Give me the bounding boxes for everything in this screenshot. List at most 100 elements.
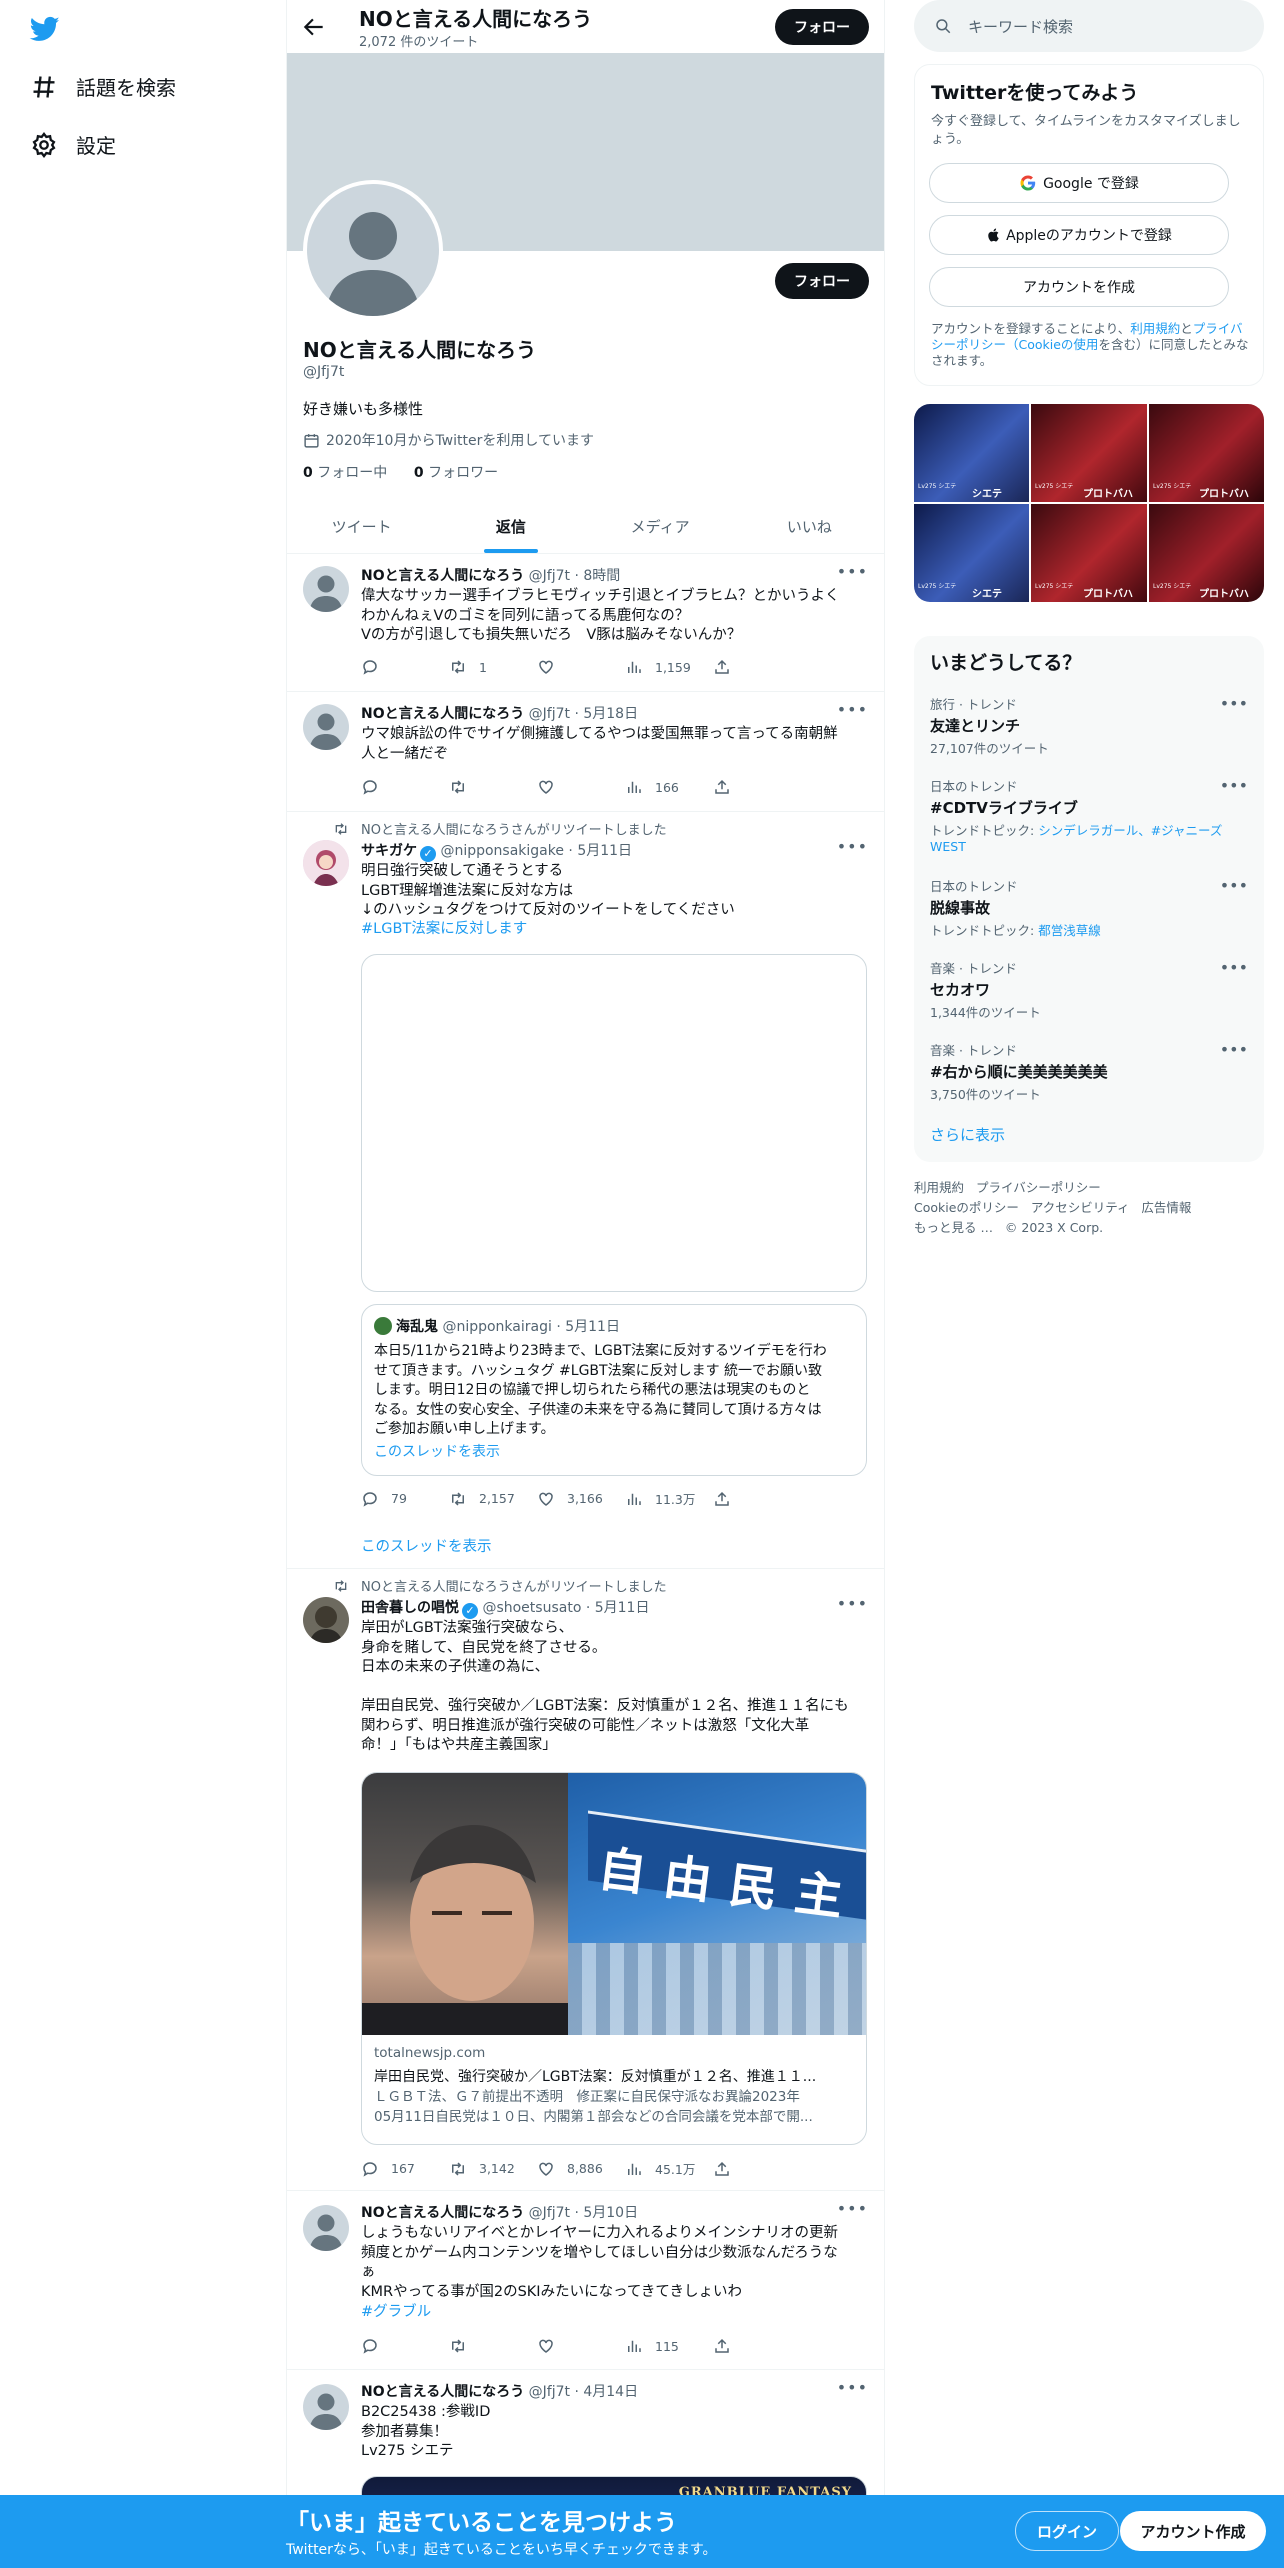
- trend-item[interactable]: 旅行 · トレンド 友達とリンチ 27,107件のツイート •••: [930, 694, 1248, 757]
- views-button[interactable]: 11.3万: [625, 1489, 713, 1508]
- more-icon[interactable]: •••: [837, 2378, 868, 2397]
- tweet[interactable]: NOと言える人間になろう @Jfj7t · 5月10日 ••• しょうもないリア…: [287, 2191, 884, 2370]
- like-button[interactable]: [537, 658, 625, 676]
- apple-signup-button[interactable]: Appleのアカウントで登録: [929, 215, 1229, 255]
- views-button[interactable]: 1,159: [625, 658, 713, 676]
- media-tile[interactable]: Lv275 シエテ プロトバハ: [1031, 504, 1147, 602]
- media-tile[interactable]: Lv275 シエテ シエテ: [914, 404, 1029, 502]
- reply-button[interactable]: 167: [361, 2159, 449, 2178]
- more-icon[interactable]: •••: [837, 1594, 868, 1613]
- more-icon[interactable]: •••: [1220, 776, 1248, 795]
- tweet-avatar[interactable]: [303, 1597, 349, 1643]
- footer-link[interactable]: もっと見る …: [914, 1220, 993, 1235]
- default-avatar-icon: [325, 212, 421, 316]
- link-card[interactable]: 自由民主 totalnewsjp.com 岸田自民党、強行突破か／LGBT法案：…: [361, 1772, 867, 2145]
- more-icon[interactable]: •••: [1220, 694, 1248, 713]
- tweet-avatar[interactable]: [303, 2384, 349, 2430]
- tab-replies[interactable]: 返信: [436, 500, 585, 553]
- tweet-avatar[interactable]: [303, 2205, 349, 2251]
- tweet-avatar[interactable]: [303, 704, 349, 750]
- tweet[interactable]: NOと言える人間になろうさんがリツイートしました 田舎暮しの唱悦 ✓ @shoet…: [287, 1569, 884, 2191]
- google-signup-button[interactable]: Google で登録: [929, 163, 1229, 203]
- profile-avatar[interactable]: [303, 180, 443, 320]
- footer-link[interactable]: アクセシビリティ: [1031, 1200, 1130, 1215]
- quoted-show-thread[interactable]: このスレッドを表示: [374, 1441, 500, 1461]
- views-button[interactable]: 166: [625, 778, 713, 796]
- reply-button[interactable]: 79: [361, 1489, 449, 1508]
- tweet-author-name[interactable]: NOと言える人間になろう: [361, 2205, 524, 2221]
- media-tile[interactable]: Lv275 シエテ シエテ: [914, 504, 1029, 602]
- retweet-button[interactable]: 1: [449, 658, 537, 676]
- tab-tweets[interactable]: ツイート: [287, 500, 436, 553]
- followers-link[interactable]: 0 フォロワー: [414, 465, 498, 481]
- hashtag-icon: [33, 75, 55, 98]
- tweet-author-name[interactable]: NOと言える人間になろう: [361, 2384, 524, 2400]
- footer-link[interactable]: プライバシーポリシー: [976, 1180, 1101, 1195]
- share-button[interactable]: [713, 1489, 801, 1508]
- tweet-author-name[interactable]: NOと言える人間になろう: [361, 706, 524, 722]
- reply-button[interactable]: [361, 2337, 449, 2355]
- show-thread-link[interactable]: このスレッドを表示: [361, 1535, 492, 1556]
- media-tile[interactable]: Lv275 シエテ プロトバハ: [1149, 504, 1264, 602]
- signup-button[interactable]: アカウント作成: [1120, 2511, 1266, 2551]
- share-button[interactable]: [713, 658, 801, 676]
- tweet[interactable]: NOと言える人間になろうさんがリツイートしました サキガケ ✓ @nipponsa…: [287, 812, 884, 1569]
- tweet[interactable]: NOと言える人間になろう @Jfj7t · 8時間 ••• 偉大なサッカー選手イ…: [287, 554, 884, 692]
- retweet-button[interactable]: [449, 778, 537, 796]
- show-more-link[interactable]: さらに表示: [930, 1124, 1005, 1145]
- tweet-author-name[interactable]: 田舎暮しの唱悦: [361, 1600, 459, 1616]
- tab-likes[interactable]: いいね: [735, 500, 884, 553]
- terms-link[interactable]: 利用規約: [1130, 321, 1180, 336]
- tweet-avatar[interactable]: [303, 566, 349, 612]
- more-icon[interactable]: •••: [1220, 876, 1248, 895]
- footer-link[interactable]: 広告情報: [1141, 1200, 1191, 1215]
- more-icon[interactable]: •••: [837, 562, 868, 581]
- search-input[interactable]: キーワード検索: [914, 0, 1264, 52]
- tweet[interactable]: NOと言える人間になろう @Jfj7t · 5月18日 ••• ウマ娘訴訟の件で…: [287, 692, 884, 812]
- more-icon[interactable]: •••: [837, 700, 868, 719]
- hashtag-link[interactable]: #グラブル: [361, 2303, 871, 2323]
- footer-link[interactable]: Cookieのポリシー: [914, 1200, 1019, 1215]
- tweet-author-name[interactable]: サキガケ: [361, 843, 417, 859]
- like-button[interactable]: [537, 2337, 625, 2355]
- profile-follow-button[interactable]: フォロー: [775, 263, 869, 299]
- create-account-button[interactable]: アカウントを作成: [929, 267, 1229, 307]
- views-button[interactable]: 45.1万: [625, 2159, 713, 2178]
- reply-button[interactable]: [361, 778, 449, 796]
- nav-explore[interactable]: 話題を検索: [30, 72, 176, 101]
- tweet-avatar[interactable]: [303, 840, 349, 886]
- like-button[interactable]: 3,166: [537, 1489, 625, 1508]
- like-button[interactable]: [537, 778, 625, 796]
- media-tile[interactable]: Lv275 シエテ プロトバハ: [1149, 404, 1264, 502]
- topbar-follow-button[interactable]: フォロー: [775, 9, 869, 45]
- retweet-button[interactable]: [449, 2337, 537, 2355]
- more-icon[interactable]: •••: [1220, 1040, 1248, 1059]
- following-link[interactable]: 0 フォロー中: [303, 465, 387, 481]
- views-button[interactable]: 115: [625, 2337, 713, 2355]
- trend-item[interactable]: 日本のトレンド #CDTVライブライブ トレンドトピック: シンデレラガール、#ジャ…: [930, 776, 1248, 854]
- tweet-author-name[interactable]: NOと言える人間になろう: [361, 568, 524, 584]
- trend-item[interactable]: 日本のトレンド 脱線事故 トレンドトピック: 都営浅草線 •••: [930, 876, 1248, 939]
- trend-item[interactable]: 音楽 · トレンド セカオワ 1,344件のツイート •••: [930, 958, 1248, 1021]
- retweet-button[interactable]: 3,142: [449, 2159, 537, 2178]
- more-icon[interactable]: •••: [837, 837, 868, 856]
- login-button[interactable]: ログイン: [1015, 2511, 1119, 2551]
- like-button[interactable]: 8,886: [537, 2159, 625, 2178]
- retweet-button[interactable]: 2,157: [449, 1489, 537, 1508]
- reply-button[interactable]: [361, 658, 449, 676]
- more-icon[interactable]: •••: [1220, 958, 1248, 977]
- hashtag-link[interactable]: #LGBT法案に反対します: [361, 920, 871, 940]
- embedded-media-placeholder[interactable]: [361, 954, 867, 1292]
- nav-settings[interactable]: 設定: [30, 130, 116, 159]
- twitter-logo-icon[interactable]: [28, 14, 62, 44]
- more-icon[interactable]: •••: [837, 2199, 868, 2218]
- share-button[interactable]: [713, 2159, 801, 2178]
- media-tile[interactable]: Lv275 シエテ プロトバハ: [1031, 404, 1147, 502]
- tab-media[interactable]: メディア: [586, 500, 735, 553]
- footer-link[interactable]: 利用規約: [914, 1180, 964, 1195]
- trend-item[interactable]: 音楽 · トレンド #右から順に美美美美美美 3,750件のツイート •••: [930, 1040, 1248, 1103]
- share-button[interactable]: [713, 2337, 801, 2355]
- quoted-tweet[interactable]: 海乱鬼 @nipponkairagi · 5月11日 本日5/11から21時より…: [361, 1304, 867, 1476]
- share-button[interactable]: [713, 778, 801, 796]
- back-arrow-icon[interactable]: [301, 14, 327, 40]
